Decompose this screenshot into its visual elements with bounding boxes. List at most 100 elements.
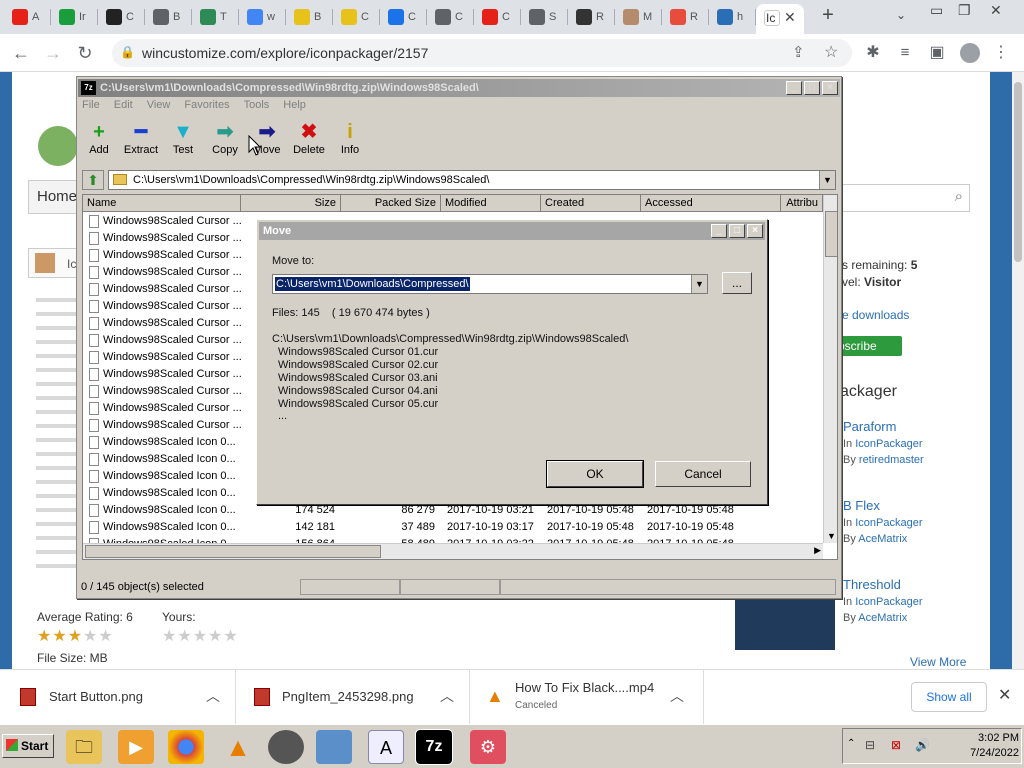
profile-avatar[interactable] bbox=[960, 43, 980, 63]
browser-tab[interactable]: w bbox=[239, 4, 284, 30]
tray-expand-icon[interactable]: ⌃ bbox=[847, 738, 855, 749]
download-options-chevron-icon[interactable]: ︿ bbox=[440, 686, 454, 706]
browser-tab[interactable]: C bbox=[474, 4, 519, 30]
close-downloads-icon[interactable]: ✕ bbox=[998, 685, 1011, 705]
col-size[interactable]: Size bbox=[241, 195, 341, 212]
address-bar[interactable]: 🔒 wincustomize.com/explore/iconpackager/… bbox=[112, 39, 852, 67]
toolbar-delete-button[interactable]: ✖ Delete bbox=[287, 120, 331, 156]
menu-view[interactable]: View bbox=[147, 99, 171, 115]
view-more-link[interactable]: View More bbox=[910, 655, 966, 669]
related-author-1[interactable]: retiredmaster bbox=[859, 454, 924, 466]
forward-icon[interactable]: → bbox=[42, 42, 64, 64]
sevenzip-close-icon[interactable]: × bbox=[822, 81, 838, 95]
page-scrollbar[interactable] bbox=[1012, 72, 1024, 669]
related-thumbnail[interactable] bbox=[735, 596, 835, 650]
menu-tools[interactable]: Tools bbox=[244, 99, 270, 115]
nav-home[interactable]: Home bbox=[28, 180, 78, 214]
media-player-icon[interactable]: ▶ bbox=[118, 730, 154, 764]
col-packed-size[interactable]: Packed Size bbox=[341, 195, 441, 212]
toolbar-copy-button[interactable]: ➡ Copy bbox=[203, 120, 247, 156]
share-icon[interactable]: ⇪ bbox=[792, 43, 805, 61]
new-tab-icon[interactable]: + bbox=[818, 4, 838, 27]
clock-time[interactable]: 3:02 PM bbox=[949, 732, 1019, 744]
media-control-icon[interactable]: ≡ bbox=[894, 42, 916, 64]
browser-tab[interactable]: Ir bbox=[51, 4, 96, 30]
start-button[interactable]: Start bbox=[2, 734, 54, 758]
show-all-button[interactable]: Show all bbox=[911, 682, 987, 712]
settings-gear-icon[interactable]: ⚙ bbox=[470, 730, 506, 764]
browser-tab[interactable]: C bbox=[427, 4, 472, 30]
folder-up-icon[interactable]: ⬆ bbox=[82, 170, 104, 190]
related-title-1[interactable]: Paraform bbox=[843, 419, 896, 434]
file-list-vscrollbar[interactable]: ▼ bbox=[823, 195, 837, 543]
extensions-icon[interactable]: ✱ bbox=[862, 42, 884, 64]
sevenzip-taskbar-icon[interactable]: 7z bbox=[415, 729, 453, 765]
user-rating-stars[interactable]: ★★★★★ bbox=[162, 626, 239, 646]
close-tab-icon[interactable]: ✕ bbox=[784, 9, 796, 26]
webcam-icon[interactable] bbox=[268, 730, 304, 764]
control-panel-icon[interactable] bbox=[316, 730, 352, 764]
browser-tab[interactable]: A bbox=[4, 4, 49, 30]
menu-favorites[interactable]: Favorites bbox=[184, 99, 229, 115]
menu-edit[interactable]: Edit bbox=[114, 99, 133, 115]
vlc-icon[interactable]: ▲ bbox=[220, 730, 256, 764]
move-dialog-maximize-icon[interactable]: □ bbox=[729, 224, 745, 238]
subscribe-button[interactable]: bscribe bbox=[832, 336, 902, 356]
file-row[interactable]: Windows98Scaled Icon 0... 142 181 37 489 20… bbox=[83, 519, 837, 536]
browse-button[interactable]: ... bbox=[722, 272, 752, 294]
browser-tab[interactable]: h bbox=[709, 4, 754, 30]
destination-combobox[interactable]: C:\Users\vm1\Downloads\Compressed\ ▼ bbox=[272, 274, 708, 294]
wordpad-icon[interactable]: A bbox=[368, 730, 404, 764]
browser-tab[interactable]: B bbox=[145, 4, 190, 30]
col-attributes[interactable]: Attribu bbox=[781, 195, 823, 212]
bookmark-star-icon[interactable]: ☆ bbox=[824, 42, 838, 62]
download-item[interactable]: Start Button.png ︿ bbox=[0, 670, 236, 724]
download-options-chevron-icon[interactable]: ︿ bbox=[670, 686, 684, 706]
active-tab[interactable]: Ic ✕ bbox=[756, 4, 804, 34]
sevenzip-path-field[interactable]: C:\Users\vm1\Downloads\Compressed\Win98r… bbox=[108, 170, 836, 190]
move-dialog-close-icon[interactable]: × bbox=[747, 224, 763, 238]
related-category-2[interactable]: IconPackager bbox=[855, 517, 922, 529]
browser-tab[interactable]: C bbox=[98, 4, 143, 30]
notification-icon[interactable]: ⊠ bbox=[891, 738, 901, 752]
move-dialog-minimize-icon[interactable]: _ bbox=[711, 224, 727, 238]
download-item[interactable]: ▲ How To Fix Black....mp4 Canceled ︿ bbox=[470, 670, 704, 724]
browser-tab[interactable]: S bbox=[521, 4, 566, 30]
back-icon[interactable]: ← bbox=[10, 42, 32, 64]
browser-tab[interactable]: R bbox=[568, 4, 613, 30]
toolbar-extract-button[interactable]: ━ Extract bbox=[119, 120, 163, 156]
sevenzip-minimize-icon[interactable]: _ bbox=[786, 81, 802, 95]
col-modified[interactable]: Modified bbox=[441, 195, 541, 212]
file-explorer-icon[interactable]: 🗀 bbox=[66, 730, 102, 764]
sevenzip-title-bar[interactable]: 7z C:\Users\vm1\Downloads\Compressed\Win… bbox=[78, 79, 840, 97]
col-accessed[interactable]: Accessed bbox=[641, 195, 781, 212]
toolbar-test-button[interactable]: ▼ Test bbox=[161, 120, 205, 156]
menu-file[interactable]: File bbox=[82, 99, 100, 115]
ok-button[interactable]: OK bbox=[546, 460, 644, 488]
download-item[interactable]: PngItem_2453298.png ︿ bbox=[236, 670, 470, 724]
path-dropdown-icon[interactable]: ▼ bbox=[819, 171, 835, 189]
menu-help[interactable]: Help bbox=[283, 99, 306, 115]
file-list-hscrollbar[interactable]: ▶ bbox=[83, 543, 823, 559]
reload-icon[interactable]: ↻ bbox=[74, 42, 96, 64]
destination-dropdown-icon[interactable]: ▼ bbox=[691, 275, 707, 293]
browser-tab[interactable]: R bbox=[662, 4, 707, 30]
volume-icon[interactable]: 🔊 bbox=[915, 738, 930, 752]
side-panel-icon[interactable]: ▣ bbox=[926, 42, 948, 64]
related-title-2[interactable]: B Flex bbox=[843, 498, 880, 513]
browser-tab[interactable]: M bbox=[615, 4, 660, 30]
minimize-window-icon[interactable]: ▭ bbox=[930, 2, 943, 19]
related-author-3[interactable]: AceMatrix bbox=[858, 612, 907, 624]
scroll-down-icon[interactable]: ▼ bbox=[827, 531, 836, 541]
browser-tab[interactable]: C bbox=[333, 4, 378, 30]
browser-tab[interactable]: T bbox=[192, 4, 237, 30]
related-title-3[interactable]: Threshold bbox=[843, 577, 901, 592]
toolbar-add-button[interactable]: + Add bbox=[77, 120, 121, 156]
browser-tab[interactable]: C bbox=[380, 4, 425, 30]
browser-tab[interactable]: B bbox=[286, 4, 331, 30]
tab-search-chevron-icon[interactable]: ⌄ bbox=[896, 8, 906, 22]
col-name[interactable]: Name bbox=[83, 195, 241, 212]
scroll-right-icon[interactable]: ▶ bbox=[814, 545, 821, 556]
move-dialog-title-bar[interactable]: Move _ □ × bbox=[259, 222, 765, 240]
related-category-1[interactable]: IconPackager bbox=[855, 438, 922, 450]
